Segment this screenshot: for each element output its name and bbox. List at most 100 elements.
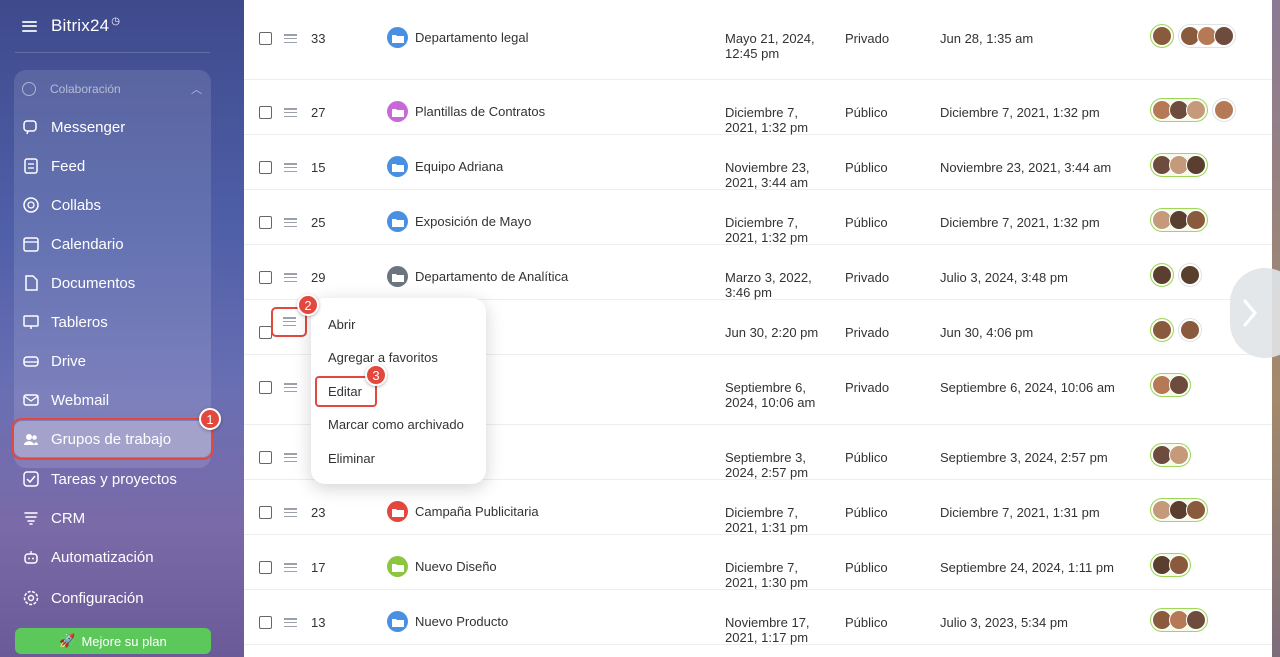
collaboration-group-header[interactable]: Colaboración ︿ — [22, 80, 202, 98]
group-name-link[interactable]: Departamento legal — [415, 30, 528, 45]
member-avatars[interactable] — [1150, 263, 1174, 287]
sidebar-item-label: Collabs — [51, 196, 102, 214]
table-row[interactable]: 13 Nuevo Producto Noviembre 17, 2021, 1:17… — [244, 590, 1272, 645]
upgrade-plan-button[interactable]: 🚀 Mejore su plan — [15, 628, 211, 654]
group-name-link[interactable]: Departamento de Analítica — [415, 269, 568, 284]
brand-name: Bitrix24 — [51, 16, 110, 35]
group-members[interactable] — [1150, 98, 1236, 122]
member-avatars[interactable] — [1178, 24, 1236, 48]
collabs-icon — [22, 196, 40, 214]
row-checkbox[interactable] — [259, 216, 272, 229]
group-members[interactable] — [1150, 318, 1202, 342]
menu-item-archive[interactable]: Marcar como archivado — [328, 417, 464, 432]
group-members[interactable] — [1150, 608, 1208, 632]
row-checkbox[interactable] — [259, 161, 272, 174]
group-folder-icon — [387, 611, 408, 632]
step-badge-3: 3 — [365, 364, 387, 386]
sidebar-item-tasks[interactable]: Tareas y proyectos — [14, 461, 211, 497]
row-checkbox[interactable] — [259, 106, 272, 119]
group-name-link[interactable]: Exposición de Mayo — [415, 214, 531, 229]
member-avatars[interactable] — [1150, 153, 1208, 177]
group-members[interactable] — [1150, 153, 1208, 177]
sidebar-item-label: Calendario — [51, 235, 124, 253]
member-avatars[interactable] — [1150, 373, 1191, 397]
row-checkbox[interactable] — [259, 561, 272, 574]
menu-item-add-favorites[interactable]: Agregar a favoritos — [328, 350, 438, 365]
menu-item-open[interactable]: Abrir — [328, 317, 355, 332]
sidebar-item-label: Automatización — [51, 548, 154, 566]
member-avatars[interactable] — [1178, 318, 1202, 342]
row-checkbox[interactable] — [259, 616, 272, 629]
member-avatars[interactable] — [1150, 318, 1174, 342]
member-avatars[interactable] — [1150, 498, 1208, 522]
member-avatars[interactable] — [1150, 208, 1208, 232]
tasks-icon — [22, 470, 40, 488]
table-row[interactable]: 23 Campaña Publicitaria Diciembre 7, 2021,… — [244, 480, 1272, 535]
member-avatars[interactable] — [1150, 553, 1191, 577]
group-members[interactable] — [1150, 208, 1208, 232]
row-checkbox[interactable] — [259, 506, 272, 519]
sidebar-item-robot[interactable]: Automatización — [14, 539, 211, 575]
member-avatars[interactable] — [1212, 98, 1236, 122]
table-row[interactable]: 27 Plantillas de Contratos Diciembre 7, 20… — [244, 80, 1272, 135]
sidebar-item-document[interactable]: Documentos — [14, 265, 211, 301]
sidebar-item-gear[interactable]: Configuración — [14, 580, 211, 616]
sidebar-item-calendar[interactable]: Calendario — [14, 226, 211, 262]
group-members[interactable] — [1150, 373, 1191, 397]
sidebar: Bitrix24 ◷ Colaboración ︿ Messenger Feed C… — [0, 0, 244, 657]
group-members[interactable] — [1150, 263, 1202, 287]
row-menu-icon[interactable] — [284, 163, 297, 172]
menu-icon[interactable] — [22, 20, 37, 32]
group-name-link[interactable]: Equipo Adriana — [415, 159, 503, 174]
row-checkbox[interactable] — [259, 32, 272, 45]
step-badge-1: 1 — [199, 408, 221, 430]
row-menu-icon[interactable] — [284, 34, 297, 43]
row-menu-icon[interactable] — [284, 273, 297, 282]
sidebar-item-crm[interactable]: CRM — [14, 500, 211, 536]
chevron-up-icon[interactable]: ︿ — [191, 81, 202, 97]
member-avatars[interactable] — [1150, 98, 1208, 122]
group-name-link[interactable]: Plantillas de Contratos — [415, 104, 545, 119]
group-members[interactable] — [1150, 498, 1208, 522]
menu-item-delete[interactable]: Eliminar — [328, 451, 375, 466]
row-menu-icon[interactable] — [284, 218, 297, 227]
member-avatars[interactable] — [1150, 608, 1208, 632]
table-row[interactable]: 33 Departamento legal Mayo 21, 2024, 12:45… — [244, 0, 1272, 80]
row-menu-icon[interactable] — [284, 108, 297, 117]
sidebar-item-drive[interactable]: Drive — [14, 343, 211, 379]
row-menu-icon[interactable] — [284, 453, 297, 462]
group-members[interactable] — [1150, 24, 1236, 48]
sidebar-item-board[interactable]: Tableros — [14, 304, 211, 340]
next-arrow-button[interactable] — [1230, 268, 1280, 358]
sidebar-item-feed[interactable]: Feed — [14, 148, 211, 184]
group-members[interactable] — [1150, 443, 1191, 467]
sidebar-item-mail[interactable]: Webmail — [14, 382, 211, 418]
chat-icon — [22, 118, 40, 136]
group-created-date: Noviembre 23, 2021, 3:44 am — [725, 160, 810, 190]
table-row[interactable]: 17 Nuevo Diseño Diciembre 7, 2021, 1:30 pm… — [244, 535, 1272, 590]
row-checkbox[interactable] — [259, 381, 272, 394]
calendar-icon — [22, 235, 40, 253]
sidebar-item-chat[interactable]: Messenger — [14, 109, 211, 145]
member-avatars[interactable] — [1150, 443, 1191, 467]
group-type: Privado — [845, 380, 890, 395]
group-name-link[interactable]: Campaña Publicitaria — [415, 504, 539, 519]
table-row[interactable]: 29 Departamento de Analítica Marzo 3, 2022… — [244, 245, 1272, 300]
sidebar-item-group[interactable]: Grupos de trabajo — [11, 418, 214, 460]
row-menu-icon[interactable] — [284, 563, 297, 572]
member-avatars[interactable] — [1150, 24, 1174, 48]
sidebar-item-collabs[interactable]: Collabs — [14, 187, 211, 223]
group-members[interactable] — [1150, 553, 1191, 577]
row-checkbox[interactable] — [259, 451, 272, 464]
table-row[interactable]: 25 Exposición de Mayo Diciembre 7, 2021, 1… — [244, 190, 1272, 245]
row-checkbox[interactable] — [259, 271, 272, 284]
avatar — [1169, 445, 1189, 465]
member-avatars[interactable] — [1178, 263, 1202, 287]
group-last-activity: Jun 28, 1:35 am — [940, 31, 1034, 46]
group-name-link[interactable]: Nuevo Producto — [415, 614, 508, 629]
group-name-link[interactable]: Nuevo Diseño — [415, 559, 497, 574]
table-row[interactable]: 15 Equipo Adriana Noviembre 23, 2021, 3:44… — [244, 135, 1272, 190]
row-menu-icon[interactable] — [284, 383, 297, 392]
row-menu-icon[interactable] — [284, 508, 297, 517]
row-menu-icon[interactable] — [284, 618, 297, 627]
